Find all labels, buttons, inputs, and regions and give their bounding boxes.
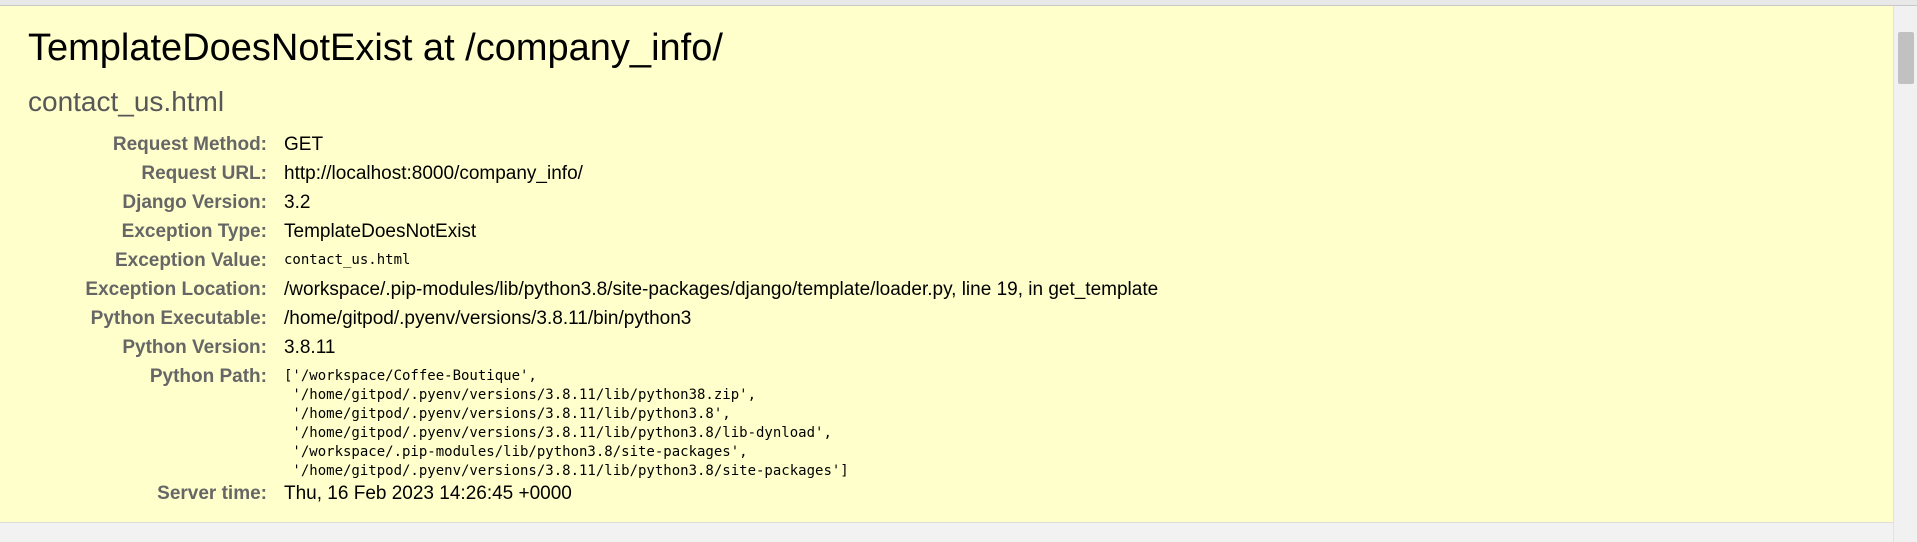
meta-row-python-version: Python Version: 3.8.11	[62, 335, 1158, 364]
exception-location-label: Exception Location:	[85, 279, 267, 300]
django-version-value: 3.2	[284, 192, 311, 213]
python-version-value: 3.8.11	[284, 337, 336, 358]
request-method-label: Request Method:	[112, 134, 267, 155]
scrollbar-thumb[interactable]	[1898, 32, 1914, 84]
python-path-line: '/home/gitpod/.pyenv/versions/3.8.11/lib…	[284, 463, 849, 479]
meta-row-request-url: Request URL: http://localhost:8000/compa…	[62, 161, 1158, 190]
exception-subtitle: contact_us.html	[28, 86, 225, 117]
python-path-line: '/home/gitpod/.pyenv/versions/3.8.11/lib…	[284, 387, 757, 403]
meta-row-request-method: Request Method: GET	[62, 132, 1158, 161]
request-meta-table: Request Method: GET Request URL: http://…	[62, 132, 1158, 510]
exception-type-label: Exception Type:	[121, 221, 267, 242]
request-method-value: GET	[284, 134, 324, 155]
exception-value-label: Exception Value:	[114, 250, 267, 271]
django-version-label: Django Version:	[122, 192, 267, 213]
python-path-line: ['/workspace/Coffee-Boutique',	[284, 368, 537, 384]
python-executable-value: /home/gitpod/.pyenv/versions/3.8.11/bin/…	[284, 308, 692, 329]
python-path-line: '/home/gitpod/.pyenv/versions/3.8.11/lib…	[284, 406, 731, 422]
python-path-line: '/home/gitpod/.pyenv/versions/3.8.11/lib…	[284, 425, 832, 441]
meta-row-server-time: Server time: Thu, 16 Feb 2023 14:26:45 +…	[62, 481, 1158, 510]
meta-row-exception-value: Exception Value: contact_us.html	[62, 248, 1158, 277]
meta-row-python-path: Python Path: ['/workspace/Coffee-Boutiqu…	[62, 364, 1158, 481]
exception-location-value: /workspace/.pip-modules/lib/python3.8/si…	[284, 279, 1159, 300]
python-executable-label: Python Executable:	[90, 308, 267, 329]
python-path-line: '/workspace/.pip-modules/lib/python3.8/s…	[284, 444, 748, 460]
server-time-label: Server time:	[157, 483, 267, 504]
meta-row-python-executable: Python Executable: /home/gitpod/.pyenv/v…	[62, 306, 1158, 335]
next-section-edge	[0, 523, 1893, 542]
meta-row-exception-type: Exception Type: TemplateDoesNotExist	[62, 219, 1158, 248]
python-path-label: Python Path:	[149, 366, 267, 387]
exception-type-value: TemplateDoesNotExist	[284, 221, 477, 242]
exception-value-value: contact_us.html	[282, 248, 1158, 277]
error-summary: TemplateDoesNotExist at /company_info/ c…	[0, 6, 1893, 523]
request-url-value: http://localhost:8000/company_info/	[284, 163, 583, 184]
vertical-scrollbar[interactable]	[1893, 6, 1917, 542]
meta-row-django-version: Django Version: 3.2	[62, 190, 1158, 219]
request-url-label: Request URL:	[141, 163, 267, 184]
python-path-value: ['/workspace/Coffee-Boutique', '/home/gi…	[282, 364, 1158, 481]
exception-value-text: contact_us.html	[284, 252, 411, 268]
server-time-value: Thu, 16 Feb 2023 14:26:45 +0000	[284, 483, 572, 504]
python-path-list: ['/workspace/Coffee-Boutique', '/home/gi…	[284, 364, 1158, 481]
meta-row-exception-location: Exception Location: /workspace/.pip-modu…	[62, 277, 1158, 306]
python-version-label: Python Version:	[122, 337, 267, 358]
page-title: TemplateDoesNotExist at /company_info/	[28, 27, 723, 69]
